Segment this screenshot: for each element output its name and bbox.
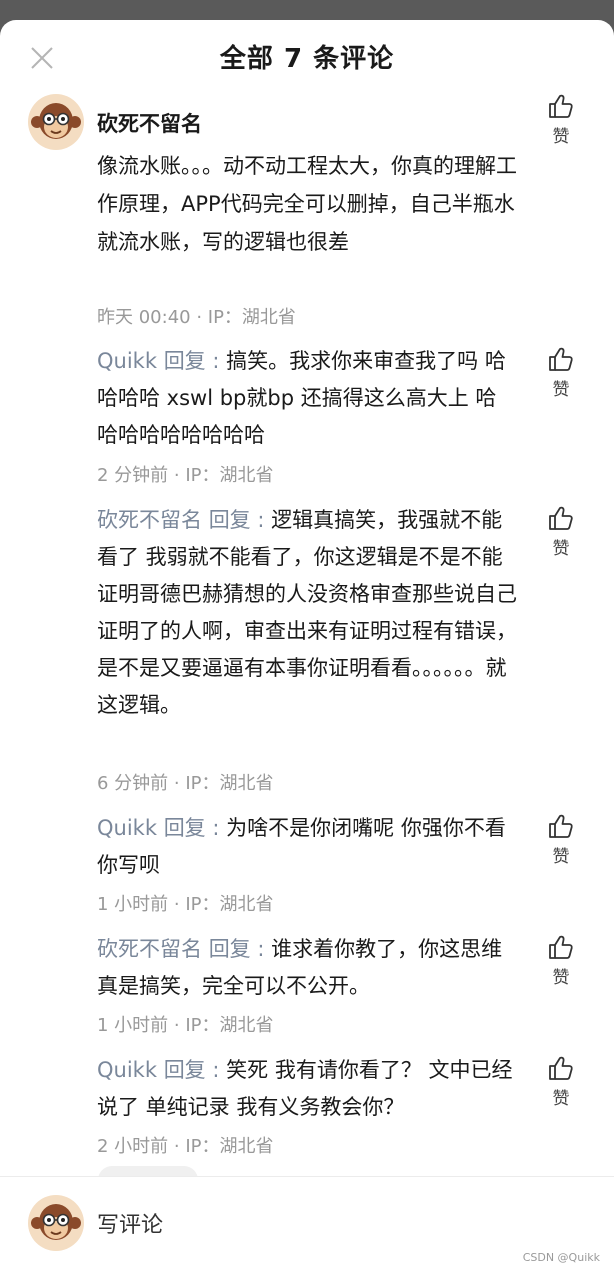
reply-separator: : [212,1058,220,1082]
reply-separator: : [257,508,265,532]
like-button[interactable]: 赞 [544,933,578,988]
reply-author[interactable]: 砍死不留名 [97,508,202,532]
like-label: 赞 [552,380,570,400]
reply-item: Quikk 回复 : 笑死 我有请你看了？ 文中已经说了 单纯记录 我有义务教会… [97,1052,517,1126]
reply-item: 砍死不留名 回复 : 逻辑真搞笑，我强就不能看了 我弱就不能看了，你这逻辑是不是… [97,502,517,724]
reply-author[interactable]: Quikk [97,1058,157,1082]
reply-author[interactable]: Quikk [97,816,157,840]
like-label: 赞 [552,847,570,867]
author-avatar[interactable] [28,94,84,150]
thumbs-up-icon [547,1054,575,1082]
like-button[interactable]: 赞 [544,504,578,559]
reply-text: 逻辑真搞笑，我强就不能看了 我弱就不能看了，你这逻辑是不是不能证明哥德巴赫猜想的… [97,508,517,717]
comment-text: 像流水账。。。动不动工程太大，你真的理解工作原理，APP代码完全可以删掉，自己半… [97,154,517,254]
thumbs-up-icon [547,345,575,373]
reply-word: 回复 [163,816,206,840]
reply-author[interactable]: 砍死不留名 [97,937,202,961]
comment-composer: 写评论 CSDN @Quikk [0,1176,614,1273]
sheet-title: 全部 7 条评论 [219,44,395,74]
reply-text: 为啥不是你闭嘴呢 你强你不看 你写呗 [97,816,506,877]
reply-meta: 6 分钟前 · IP：湖北省 [97,773,274,794]
reply-word: 回复 [163,349,206,373]
like-label: 赞 [552,539,570,559]
reply-text: 搞笑。我求你来审查我了吗 哈哈哈哈 xswl bp就bp 还搞得这么高大上 哈哈… [97,349,506,447]
reply-word: 回复 [208,508,251,532]
like-button[interactable]: 赞 [544,92,578,147]
reply-text: 笑死 我有请你看了？ 文中已经说了 单纯记录 我有义务教会你？ [97,1058,513,1119]
like-label: 赞 [552,127,570,147]
comments-sheet: 全部 7 条评论 砍死不留名 像流水账。。。动不动工程太大，你真的理解工作原理，… [0,20,614,1273]
reply-meta: 2 小时前 · IP：湖北省 [97,1136,274,1157]
comment-author[interactable]: 砍死不留名 [97,108,202,138]
comment-meta: 昨天 00:40 · IP：湖北省 [97,307,296,328]
reply-separator: : [257,937,265,961]
user-avatar [28,1195,84,1251]
thumbs-up-icon [547,504,575,532]
like-label: 赞 [552,1089,570,1109]
thumbs-up-icon [547,812,575,840]
like-button[interactable]: 赞 [544,345,578,400]
thumbs-up-icon [547,933,575,961]
like-label: 赞 [552,968,570,988]
like-button[interactable]: 赞 [544,1054,578,1109]
reply-item: 砍死不留名 回复 : 谁求着你教了，你这思维真是搞笑，完全可以不公开。 [97,931,517,1005]
write-comment-input[interactable]: 写评论 [97,1207,517,1243]
reply-item: Quikk 回复 : 搞笑。我求你来审查我了吗 哈哈哈哈 xswl bp就bp … [97,343,517,454]
thumbs-up-icon [547,92,575,120]
reply-author[interactable]: Quikk [97,349,157,373]
reply-word: 回复 [208,937,251,961]
reply-word: 回复 [163,1058,206,1082]
watermark: CSDN @Quikk [522,1251,600,1264]
reply-separator: : [212,816,220,840]
reply-meta: 2 分钟前 · IP：湖北省 [97,465,274,486]
like-button[interactable]: 赞 [544,812,578,867]
reply-meta: 1 小时前 · IP：湖北省 [97,1015,274,1036]
reply-separator: : [212,349,220,373]
reply-item: Quikk 回复 : 为啥不是你闭嘴呢 你强你不看 你写呗 [97,810,517,884]
reply-meta: 1 小时前 · IP：湖北省 [97,894,274,915]
